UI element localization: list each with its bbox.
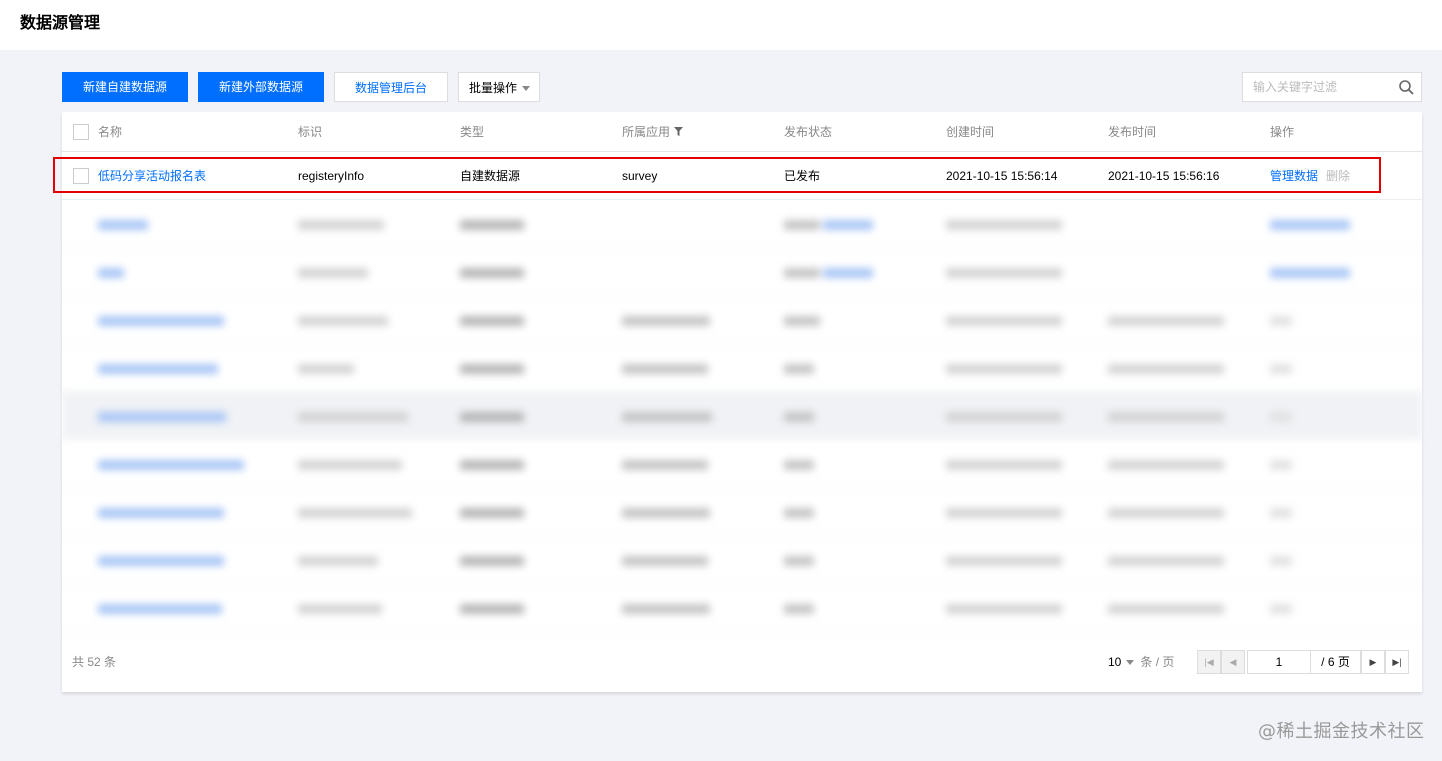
- first-page-icon[interactable]: |◀: [1197, 650, 1221, 674]
- datasource-status: 已发布: [784, 169, 821, 183]
- column-header-identifier: 标识: [298, 125, 323, 139]
- column-header-app-label: 所属应用: [622, 125, 671, 139]
- next-page-icon[interactable]: ▶: [1361, 650, 1385, 674]
- page-size-unit: 条 / 页: [1140, 655, 1175, 669]
- caret-down-icon: [522, 86, 530, 91]
- table-footer: 共 52 条 10 条 / 页 |◀ ◀ / 6 页 ▶ ▶|: [62, 644, 1422, 692]
- column-header-status: 发布状态: [784, 125, 833, 139]
- new-internal-datasource-button[interactable]: 新建自建数据源: [62, 72, 188, 102]
- table-header: 名称 标识 类型 所属应用 发布状态 创建时间 发布时间 操作: [62, 112, 1422, 152]
- column-header-published: 发布时间: [1108, 125, 1157, 139]
- column-header-created: 创建时间: [946, 125, 995, 139]
- delete-link[interactable]: 删除: [1326, 152, 1350, 200]
- filter-icon[interactable]: [674, 126, 684, 136]
- table-row: [62, 488, 1422, 536]
- column-header-actions: 操作: [1270, 125, 1295, 139]
- table-row: [62, 200, 1422, 248]
- datasource-name-link[interactable]: 低码分享活动报名表: [98, 152, 206, 200]
- total-count: 共 52 条: [72, 655, 117, 669]
- table-row: [62, 248, 1422, 296]
- page-size-value: 10: [1108, 655, 1122, 669]
- last-page-icon[interactable]: ▶|: [1385, 650, 1409, 674]
- batch-operations-dropdown[interactable]: 批量操作: [458, 72, 540, 102]
- datasource-type: 自建数据源: [460, 169, 521, 183]
- datasource-published-time: 2021-10-15 15:56:16: [1108, 169, 1220, 183]
- top-bar: 数据源管理: [0, 0, 1442, 50]
- caret-down-icon: [1126, 660, 1135, 666]
- column-header-type: 类型: [460, 125, 485, 139]
- row-checkbox[interactable]: [73, 168, 89, 184]
- table-row: [62, 584, 1422, 632]
- datasource-table-card: 名称 标识 类型 所属应用 发布状态 创建时间 发布时间 操作 低码分享活动报名…: [62, 112, 1422, 692]
- page-size-select[interactable]: 10 条 / 页: [1108, 644, 1174, 680]
- select-all-checkbox[interactable]: [73, 124, 89, 140]
- datasource-app: survey: [622, 169, 658, 183]
- prev-page-icon[interactable]: ◀: [1221, 650, 1245, 674]
- manage-data-link[interactable]: 管理数据: [1270, 152, 1318, 200]
- column-header-app: 所属应用: [622, 112, 684, 152]
- batch-operations-label: 批量操作: [469, 81, 518, 95]
- table-row: [62, 440, 1422, 488]
- datasource-created-time: 2021-10-15 15:56:14: [946, 169, 1058, 183]
- data-admin-console-button[interactable]: 数据管理后台: [334, 72, 448, 102]
- page-title: 数据源管理: [20, 15, 101, 32]
- search-input[interactable]: [1243, 73, 1393, 101]
- search-box: [1242, 72, 1422, 102]
- total-pages: / 6 页: [1311, 650, 1361, 674]
- table-row: [62, 344, 1422, 392]
- table-row: [62, 296, 1422, 344]
- new-external-datasource-button[interactable]: 新建外部数据源: [198, 72, 324, 102]
- datasource-identifier: registeryInfo: [298, 169, 365, 183]
- watermark: @稀土掘金技术社区: [1258, 721, 1425, 742]
- table-row: [62, 392, 1422, 440]
- page-number-input[interactable]: [1247, 650, 1311, 674]
- toolbar: 新建自建数据源 新建外部数据源 数据管理后台 批量操作: [62, 72, 1422, 102]
- search-icon[interactable]: [1398, 79, 1414, 95]
- table-row: 低码分享活动报名表 registeryInfo 自建数据源 survey 已发布…: [62, 152, 1422, 200]
- column-header-name: 名称: [98, 125, 123, 139]
- table-row: [62, 536, 1422, 584]
